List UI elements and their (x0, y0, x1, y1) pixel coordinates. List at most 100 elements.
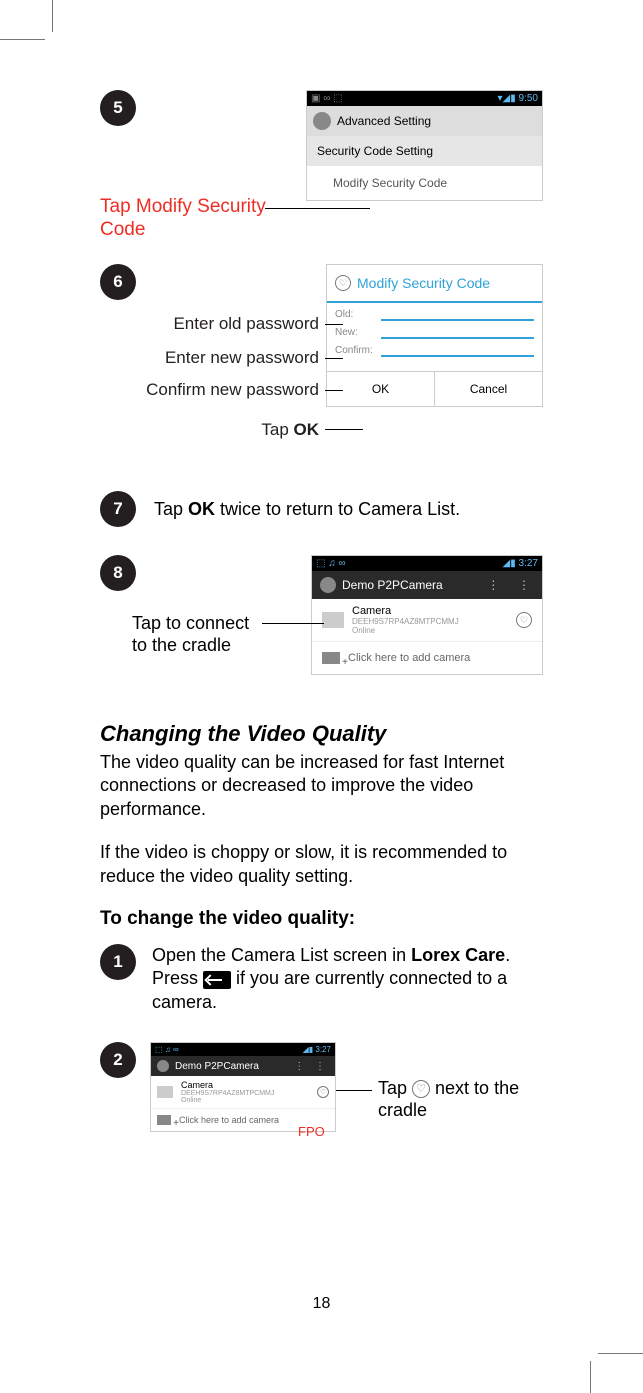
status-time: 3:27 (519, 558, 538, 569)
advanced-setting-title: Advanced Setting (337, 114, 431, 128)
status-left-icons: ▣ ∞ ⬚ (311, 93, 343, 104)
globe-icon (313, 112, 331, 130)
security-code-section-label: Security Code Setting (307, 136, 542, 166)
callout-line (262, 623, 324, 624)
fpo-label: FPO (298, 1124, 325, 1139)
crop-mark (52, 0, 53, 32)
step-number-8: 8 (100, 555, 136, 591)
dialog-header: ♡ Modify Security Code (327, 265, 542, 303)
step-7-post: twice to return to Camera List. (215, 499, 460, 519)
step-number-5: 5 (100, 90, 136, 126)
wifi-icon: ▾◢▮ (498, 93, 516, 104)
cancel-button[interactable]: Cancel (435, 372, 542, 406)
camera-list-item[interactable]: Camera DEEH9S7RP4AZ8MTPCMMJ Online ♡ (312, 599, 542, 642)
screenshot-advanced-setting: ▣ ∞ ⬚ ▾◢▮ 9:50 Advanced Setting Security… (306, 90, 543, 201)
back-icon (203, 971, 231, 989)
old-label: Old: (335, 309, 375, 320)
enter-new-password-label: Enter new password (165, 348, 319, 368)
screenshot-camera-list: ⬚ ♫ ∞ ◢▮ 3:27 Demo P2PCamera ⋮ ⋮ Camera … (311, 555, 543, 675)
callout-line (325, 324, 343, 325)
callout-line (336, 1090, 372, 1091)
dialog-buttons: OK Cancel (327, 371, 542, 406)
app-header: Demo P2PCamera ⋮ ⋮ (151, 1056, 335, 1076)
confirm-password-input[interactable] (381, 343, 534, 357)
step-8-instruction: Tap to connect to the cradle (132, 613, 249, 656)
step-6: 6 ♡ Modify Security Code Old: New: Confi… (100, 264, 543, 449)
new-password-field: New: (327, 321, 542, 339)
globe-icon (320, 577, 336, 593)
new-password-input[interactable] (381, 325, 534, 339)
confirm-password-field: Confirm: (327, 339, 542, 357)
status-left-icons: ⬚ ♫ ∞ (316, 558, 346, 569)
step-7-bold: OK (188, 499, 215, 519)
confirm-label: Confirm: (335, 345, 375, 356)
step-number-2: 2 (100, 1042, 136, 1078)
menu-icon[interactable]: ⋮ ⋮ (487, 578, 534, 592)
camera-info: Camera DEEH9S7RP4AZ8MTPCMMJ Online (352, 605, 508, 635)
camera-name: Camera (181, 1080, 309, 1090)
tap-ok-pre: Tap (261, 420, 293, 439)
menu-icon[interactable]: ⋮ ⋮ (294, 1061, 329, 1072)
android-status-bar: ⬚ ♫ ∞ ◢▮ 3:27 (312, 556, 542, 571)
old-password-field: Old: (327, 303, 542, 321)
camera-name: Camera (352, 605, 508, 617)
step-2: 2 ⬚ ♫ ∞ ◢▮ 3:27 Demo P2PCamera ⋮ ⋮ Camer… (100, 1042, 543, 1162)
section-heading: Changing the Video Quality (100, 721, 543, 747)
crop-mark (590, 1361, 591, 1393)
callout-line (325, 390, 343, 391)
new-label: New: (335, 327, 375, 338)
camera-list-item[interactable]: Camera DEEH9S7RP4AZ8MTPCMMJ Online ♡ (151, 1076, 335, 1109)
step-8: 8 ⬚ ♫ ∞ ◢▮ 3:27 Demo P2PCamera ⋮ ⋮ Camer… (100, 555, 543, 695)
step-1-pre: Open the Camera List screen in (152, 945, 411, 965)
section-paragraph-2: If the video is choppy or slow, it is re… (100, 841, 543, 888)
signal-icon: ◢▮ (503, 558, 516, 569)
step-1-bold: Lorex Care (411, 945, 505, 965)
app-title: Demo P2PCamera (342, 578, 443, 592)
status-time: 9:50 (519, 93, 538, 104)
crop-mark (0, 39, 45, 40)
camera-thumbnail (322, 612, 344, 628)
camera-icon (322, 652, 340, 664)
section-paragraph-1: The video quality can be increased for f… (100, 751, 543, 821)
step-2-instruction: Tap ♡ next to the cradle (378, 1078, 543, 1121)
step-number-1: 1 (100, 944, 136, 980)
callout-line (325, 358, 343, 359)
step-5: 5 ▣ ∞ ⬚ ▾◢▮ 9:50 Advanced Setting Securi… (100, 90, 543, 240)
add-camera-label: Click here to add camera (348, 652, 470, 664)
dialog-title: Modify Security Code (357, 275, 490, 291)
android-status-bar: ▣ ∞ ⬚ ▾◢▮ 9:50 (307, 91, 542, 106)
modify-security-code-item[interactable]: Modify Security Code (307, 166, 542, 200)
camera-icon (157, 1115, 171, 1125)
step-1-instruction: Open the Camera List screen in Lorex Car… (152, 944, 543, 1014)
step-7-pre: Tap (154, 499, 188, 519)
old-password-input[interactable] (381, 307, 534, 321)
android-status-bar: ⬚ ♫ ∞ ◢▮ 3:27 (151, 1043, 335, 1056)
advanced-setting-header: Advanced Setting (307, 106, 542, 136)
camera-status: Online (352, 626, 508, 635)
step-1: 1 Open the Camera List screen in Lorex C… (100, 944, 543, 1014)
step-number-7: 7 (100, 491, 136, 527)
callout-line (265, 208, 370, 209)
confirm-new-password-label: Confirm new password (146, 380, 319, 400)
step-number-6: 6 (100, 264, 136, 300)
settings-icon[interactable]: ♡ (317, 1086, 329, 1098)
tap-ok-label: Tap OK (261, 420, 319, 440)
add-camera-row[interactable]: Click here to add camera (312, 642, 542, 674)
app-header: Demo P2PCamera ⋮ ⋮ (312, 571, 542, 599)
heart-icon: ♡ (335, 275, 351, 291)
step-7-instruction: Tap OK twice to return to Camera List. (154, 499, 460, 520)
camera-thumbnail (157, 1086, 173, 1098)
screenshot-modify-security-code: ♡ Modify Security Code Old: New: Confirm… (326, 264, 543, 407)
settings-icon[interactable]: ♡ (516, 612, 532, 628)
page-content: 5 ▣ ∞ ⬚ ▾◢▮ 9:50 Advanced Setting Securi… (100, 90, 543, 1313)
subsection-heading: To change the video quality: (100, 908, 543, 930)
globe-icon (157, 1060, 169, 1072)
crop-mark (598, 1353, 643, 1354)
camera-info: Camera DEEH9S7RP4AZ8MTPCMMJ Online (181, 1080, 309, 1104)
signal-icon: ◢▮ (303, 1045, 314, 1054)
page-number: 18 (313, 1295, 331, 1313)
ok-button[interactable]: OK (327, 372, 435, 406)
status-time: 3:27 (315, 1045, 331, 1054)
camera-status: Online (181, 1097, 309, 1104)
step-2-pre: Tap (378, 1078, 412, 1098)
